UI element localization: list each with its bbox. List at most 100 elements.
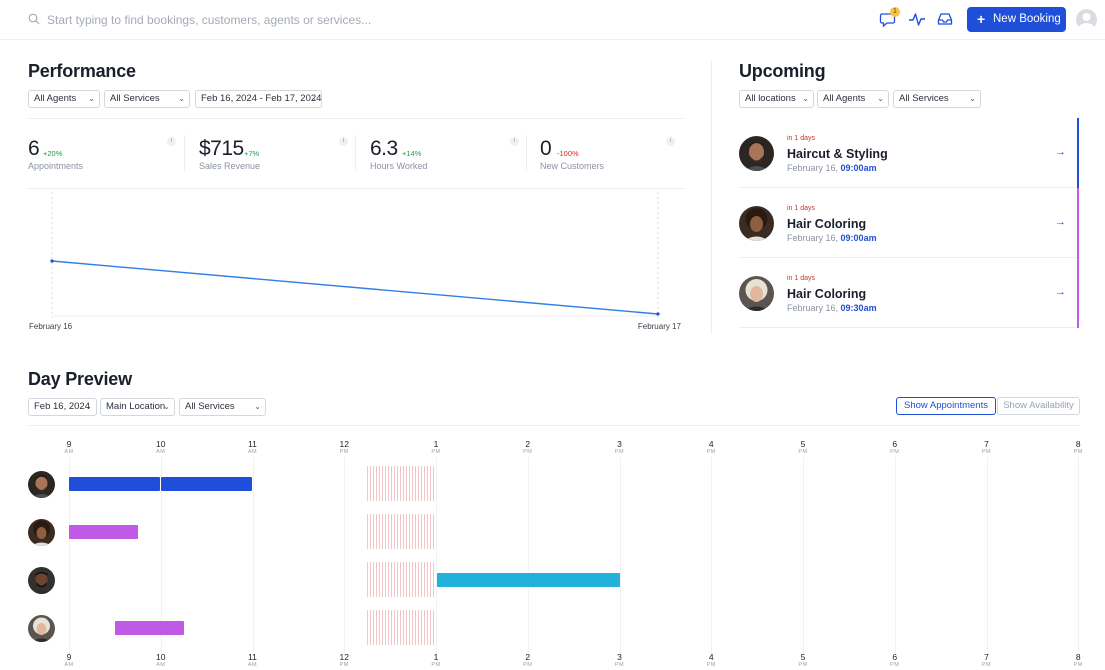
appointment-block[interactable]: [437, 573, 620, 587]
hour-label-bottom: 9 AM: [54, 653, 84, 669]
day-date-select[interactable]: Feb 16, 2024 ⌄: [28, 398, 97, 416]
chevron-down-icon: ⌄: [877, 94, 884, 103]
kpi-value: 6.3: [370, 137, 398, 160]
hour-label-bottom: 8 PM: [1063, 653, 1093, 669]
hour-label-top: 6 PM: [880, 440, 910, 456]
hour-gridline: [252, 457, 254, 655]
hour-meridiem: AM: [247, 662, 258, 668]
divider: [184, 135, 185, 171]
x-tick-label: February 16: [29, 322, 73, 331]
perf-services-value: All Services: [110, 93, 160, 104]
chevron-down-icon: ⌄: [178, 94, 185, 103]
upcoming-service: Hair Coloring: [787, 287, 867, 301]
day-date-value: Feb 16, 2024: [34, 401, 90, 412]
hour-meridiem: PM: [706, 449, 716, 455]
hour-gridline: [619, 457, 621, 655]
hour-label-top: 8 PM: [1063, 440, 1093, 456]
agent-avatar[interactable]: [28, 471, 55, 498]
upcoming-when: in 1 days: [787, 205, 816, 212]
hour-meridiem: PM: [1073, 662, 1083, 668]
arrow-right-icon[interactable]: →: [1055, 216, 1066, 228]
divider: [526, 135, 527, 171]
perf-date-range-select[interactable]: Feb 16, 2024 - Feb 17, 2024 ⌄: [195, 90, 322, 108]
data-point[interactable]: [50, 259, 54, 263]
hour-label-bottom: 5 PM: [788, 653, 818, 669]
info-icon[interactable]: i: [339, 137, 348, 146]
hour-meridiem: PM: [614, 449, 625, 455]
hour-number: 5: [800, 652, 806, 662]
hour-number: 6: [892, 439, 898, 449]
hour-number: 11: [248, 439, 257, 449]
kpi-delta: +14%: [402, 149, 422, 158]
hour-number: 5: [800, 439, 806, 449]
agent-avatar[interactable]: [28, 519, 55, 546]
day-services-select[interactable]: All Services ⌄: [179, 398, 266, 416]
hour-meridiem: PM: [1073, 449, 1083, 455]
hour-meridiem: PM: [431, 449, 441, 455]
upc-agents-select[interactable]: All Agents ⌄: [817, 90, 889, 108]
arrow-right-icon[interactable]: →: [1055, 286, 1066, 298]
activity-icon[interactable]: [908, 10, 926, 28]
hour-number: 2: [525, 439, 531, 449]
appointment-block[interactable]: [115, 621, 184, 635]
kpi-label: New Customers: [540, 161, 605, 171]
hour-number: 9: [66, 652, 72, 662]
hour-gridline: [711, 457, 713, 655]
inbox-icon[interactable]: [936, 10, 954, 28]
hour-number: 3: [617, 652, 622, 662]
blocked-time: [367, 466, 436, 501]
upc-locations-select[interactable]: All locations ⌄: [739, 90, 814, 108]
notification-count-badge: 1: [890, 7, 900, 17]
hour-label-top: 3 PM: [605, 440, 635, 456]
day-location-select[interactable]: Main Location ⌄: [100, 398, 175, 416]
perf-agents-select[interactable]: All Agents ⌄: [28, 90, 100, 108]
hour-label-bottom: 2 PM: [513, 653, 543, 669]
hour-meridiem: AM: [156, 662, 166, 668]
agent-avatar[interactable]: [28, 615, 55, 642]
data-point[interactable]: [656, 312, 660, 316]
hour-number: 6: [892, 652, 898, 662]
upcoming-item[interactable]: in 1 days Hair Coloring February 16, 09:…: [739, 188, 1079, 258]
upcoming-datetime: February 16, 09:30am: [787, 303, 877, 313]
upc-services-select[interactable]: All Services ⌄: [893, 90, 981, 108]
hour-meridiem: PM: [706, 662, 716, 668]
hour-gridline: [527, 457, 529, 655]
kpi-value: 6: [28, 137, 40, 160]
show-availability-toggle[interactable]: Show Availability: [997, 397, 1080, 415]
day-services-value: All Services: [185, 401, 235, 412]
service-color-bar: [1077, 188, 1079, 258]
hour-label-bottom: 11 AM: [238, 653, 268, 669]
info-icon[interactable]: i: [666, 137, 675, 146]
upcoming-title: Upcoming: [739, 61, 826, 81]
kpi-label: Hours Worked: [370, 161, 428, 171]
hour-number: 7: [984, 439, 989, 449]
hour-label-bottom: 6 PM: [880, 653, 910, 669]
upcoming-datetime: February 16, 09:00am: [787, 163, 877, 173]
show-appointments-toggle[interactable]: Show Appointments: [896, 397, 996, 415]
appointment-block[interactable]: [69, 525, 138, 539]
upc-agents-value: All Agents: [823, 93, 866, 104]
upcoming-time: 09:00am: [840, 163, 877, 173]
agent-avatar[interactable]: [28, 567, 55, 594]
info-icon[interactable]: i: [167, 137, 176, 146]
upcoming-item[interactable]: in 1 days Haircut & Styling February 16,…: [739, 118, 1079, 188]
appointment-block[interactable]: [161, 477, 252, 491]
hour-label-bottom: 4 PM: [696, 653, 726, 669]
perf-services-select[interactable]: All Services ⌄: [104, 90, 190, 108]
upcoming-date: February 16,: [787, 163, 839, 173]
appointment-block[interactable]: [69, 477, 160, 491]
day-preview-title: Day Preview: [28, 369, 132, 389]
upcoming-when: in 1 days: [787, 275, 816, 282]
hour-label-bottom: 3 PM: [605, 653, 635, 669]
blocked-time: [367, 610, 436, 645]
hour-gridline: [1078, 457, 1080, 655]
info-icon[interactable]: i: [510, 137, 519, 146]
arrow-right-icon[interactable]: →: [1055, 146, 1066, 158]
new-booking-button[interactable]: + New Booking: [967, 7, 1066, 32]
agent-avatar: [739, 136, 774, 171]
performance-title: Performance: [28, 61, 136, 81]
user-avatar[interactable]: [1076, 9, 1097, 30]
search-input[interactable]: [47, 11, 647, 29]
upcoming-item[interactable]: in 1 days Hair Coloring February 16, 09:…: [739, 258, 1079, 328]
hour-label-top: 11 AM: [238, 440, 268, 456]
